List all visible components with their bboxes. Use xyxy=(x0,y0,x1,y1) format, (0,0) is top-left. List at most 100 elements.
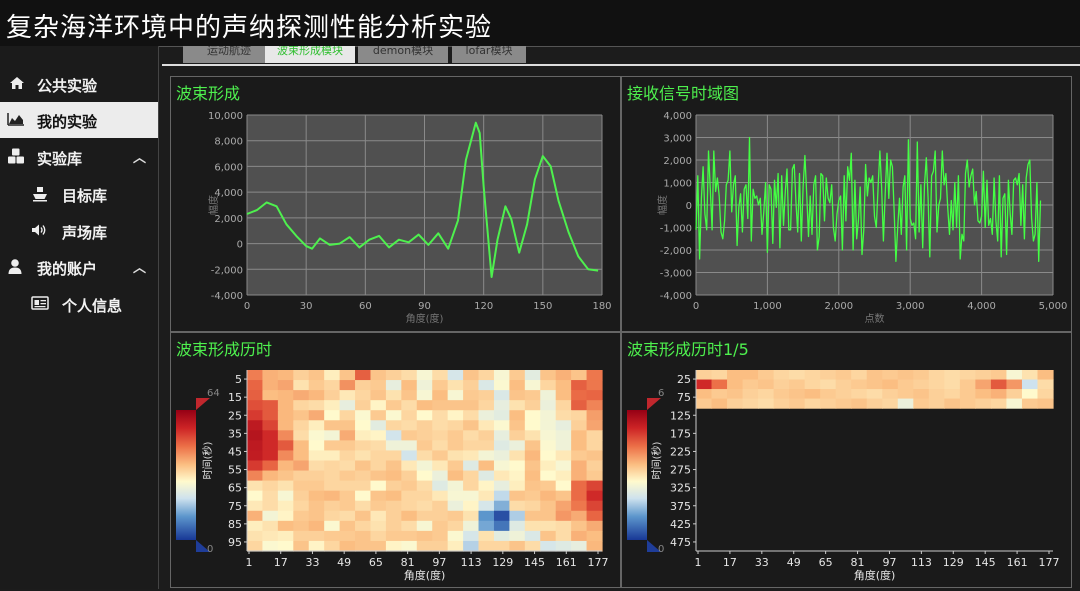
heatmap-cell xyxy=(975,398,992,409)
sidebar-item-label: 目标库 xyxy=(62,187,108,205)
y-tick-label: 225 xyxy=(670,445,691,458)
sidebar-item-label: 个人信息 xyxy=(62,297,123,315)
heatmap-cell xyxy=(339,450,356,462)
home-icon xyxy=(10,77,24,89)
y-tick-label: -3,000 xyxy=(660,269,692,280)
y-tick-label: 4,000 xyxy=(663,111,692,122)
heatmap-cell xyxy=(447,490,464,502)
heatmap-cell xyxy=(308,440,325,452)
heatmap-cell xyxy=(742,389,759,400)
heatmap-cell xyxy=(370,390,387,401)
heatmap-cell xyxy=(355,480,372,492)
heatmap-cell xyxy=(308,460,325,472)
heatmap-cell xyxy=(385,430,402,441)
y-tick-label: 125 xyxy=(670,409,691,422)
heatmap-cell xyxy=(308,450,325,462)
heatmap-cell xyxy=(540,400,557,411)
heatmap-cell xyxy=(293,520,310,532)
tab-demon[interactable]: demon模块 xyxy=(358,46,448,63)
tab-motion-track[interactable]: 运动航迹 xyxy=(183,46,275,63)
y-tick-label: 175 xyxy=(670,427,691,440)
heatmap-cell xyxy=(324,370,341,381)
sidebar-item-personal-info[interactable]: 个人信息 xyxy=(0,286,158,322)
heatmap-cell xyxy=(555,490,572,502)
heatmap-cell xyxy=(416,540,433,552)
x-tick-label: 97 xyxy=(882,556,896,569)
y-tick-label: 85 xyxy=(228,518,242,531)
heatmap-cell xyxy=(773,370,790,381)
heatmap-cell xyxy=(990,398,1008,409)
heatmap-cell xyxy=(928,379,945,390)
beamforming-panel: 波束形成 10,000 8,000 6,000 4,000 2,000 0 -2,000 -4… xyxy=(170,76,621,332)
x-tick-label: 81 xyxy=(401,556,415,569)
tab-beamforming[interactable]: 波束形成模块 xyxy=(265,46,355,63)
heatmap-cell xyxy=(385,530,402,542)
beamforming-history-fifth-panel: 波束形成历时1/5 25 75 125 175 225 275 325 375 425 475 1 1… xyxy=(621,332,1072,588)
heatmap-cell xyxy=(432,470,449,482)
heatmap-cell xyxy=(277,500,294,512)
heatmap-cell xyxy=(385,500,402,512)
heatmap-cell xyxy=(432,410,449,421)
sidebar-item-experiment-library[interactable]: 实验库 ︿ xyxy=(0,139,158,175)
heatmap-cell xyxy=(293,470,310,482)
heatmap-cell xyxy=(555,460,572,472)
heatmap-cell xyxy=(416,390,433,401)
heatmap-cell xyxy=(416,400,433,411)
heatmap-cell xyxy=(571,510,588,522)
heatmap-cell xyxy=(571,400,588,411)
heatmap-cell xyxy=(509,410,526,421)
heatmap-cell xyxy=(696,398,713,409)
chevron-up-icon[interactable]: ︿ xyxy=(133,257,146,276)
heatmap-cell xyxy=(247,510,264,522)
heatmap-cell xyxy=(277,450,294,462)
sidebar-item-label: 实验库 xyxy=(37,150,83,168)
heatmap-cell xyxy=(277,430,294,441)
heatmap-cell xyxy=(944,370,961,381)
sidebar-item-my-account[interactable]: 我的账户 ︿ xyxy=(0,249,158,285)
heatmap-cell xyxy=(401,420,418,431)
heatmap-cell xyxy=(493,500,510,512)
heatmap-cell xyxy=(247,480,264,492)
chevron-up-icon[interactable]: ︿ xyxy=(133,147,146,166)
x-tick-label: 3,000 xyxy=(896,301,925,312)
heatmap-cell xyxy=(401,530,418,542)
heatmap-cell xyxy=(524,390,541,401)
heatmap-cell xyxy=(416,500,433,512)
heatmap-cell xyxy=(509,390,526,401)
heatmap-cell xyxy=(416,450,433,462)
heatmap-cell xyxy=(355,460,372,472)
tab-lofar[interactable]: lofar模块 xyxy=(452,46,526,63)
sidebar-item-my-experiments[interactable]: 我的实验 xyxy=(0,102,158,138)
heatmap-cell xyxy=(820,370,837,381)
heatmap-cell xyxy=(463,390,480,401)
heatmap-cell xyxy=(432,420,449,431)
heatmap-cell xyxy=(355,400,372,411)
heatmap-cell xyxy=(463,500,480,512)
heatmap-cell xyxy=(1037,398,1054,409)
sidebar-item-public-experiments[interactable]: 公共实验 xyxy=(0,66,158,102)
y-tick-label: 0 xyxy=(237,240,243,251)
heatmap-cell xyxy=(524,440,541,452)
heatmap-cell xyxy=(247,490,264,502)
heatmap-cell xyxy=(262,540,279,552)
heatmap-cell xyxy=(401,450,418,462)
y-tick-label: 95 xyxy=(228,536,242,549)
y-tick-label: 1,000 xyxy=(663,179,692,190)
heatmap-cell xyxy=(509,530,526,542)
heatmap-cell xyxy=(401,540,418,552)
heatmap-cell xyxy=(308,390,325,401)
heatmap-cell xyxy=(509,500,526,512)
heatmap-cell xyxy=(820,379,837,390)
heatmap-cell xyxy=(416,440,433,452)
heatmap-cell xyxy=(262,420,279,431)
sidebar-item-sound-field-library[interactable]: 声场库 xyxy=(0,213,158,249)
heatmap-cell xyxy=(293,430,310,441)
heatmap-cell xyxy=(385,420,402,431)
heatmap-cell xyxy=(509,460,526,472)
heatmap-cell xyxy=(524,530,541,542)
heatmap-cell xyxy=(463,430,480,441)
heatmap-cell xyxy=(478,460,495,472)
heatmap-cell xyxy=(385,400,402,411)
x-tick-label: 60 xyxy=(359,301,372,312)
sidebar-item-target-library[interactable]: 目标库 xyxy=(0,176,158,212)
